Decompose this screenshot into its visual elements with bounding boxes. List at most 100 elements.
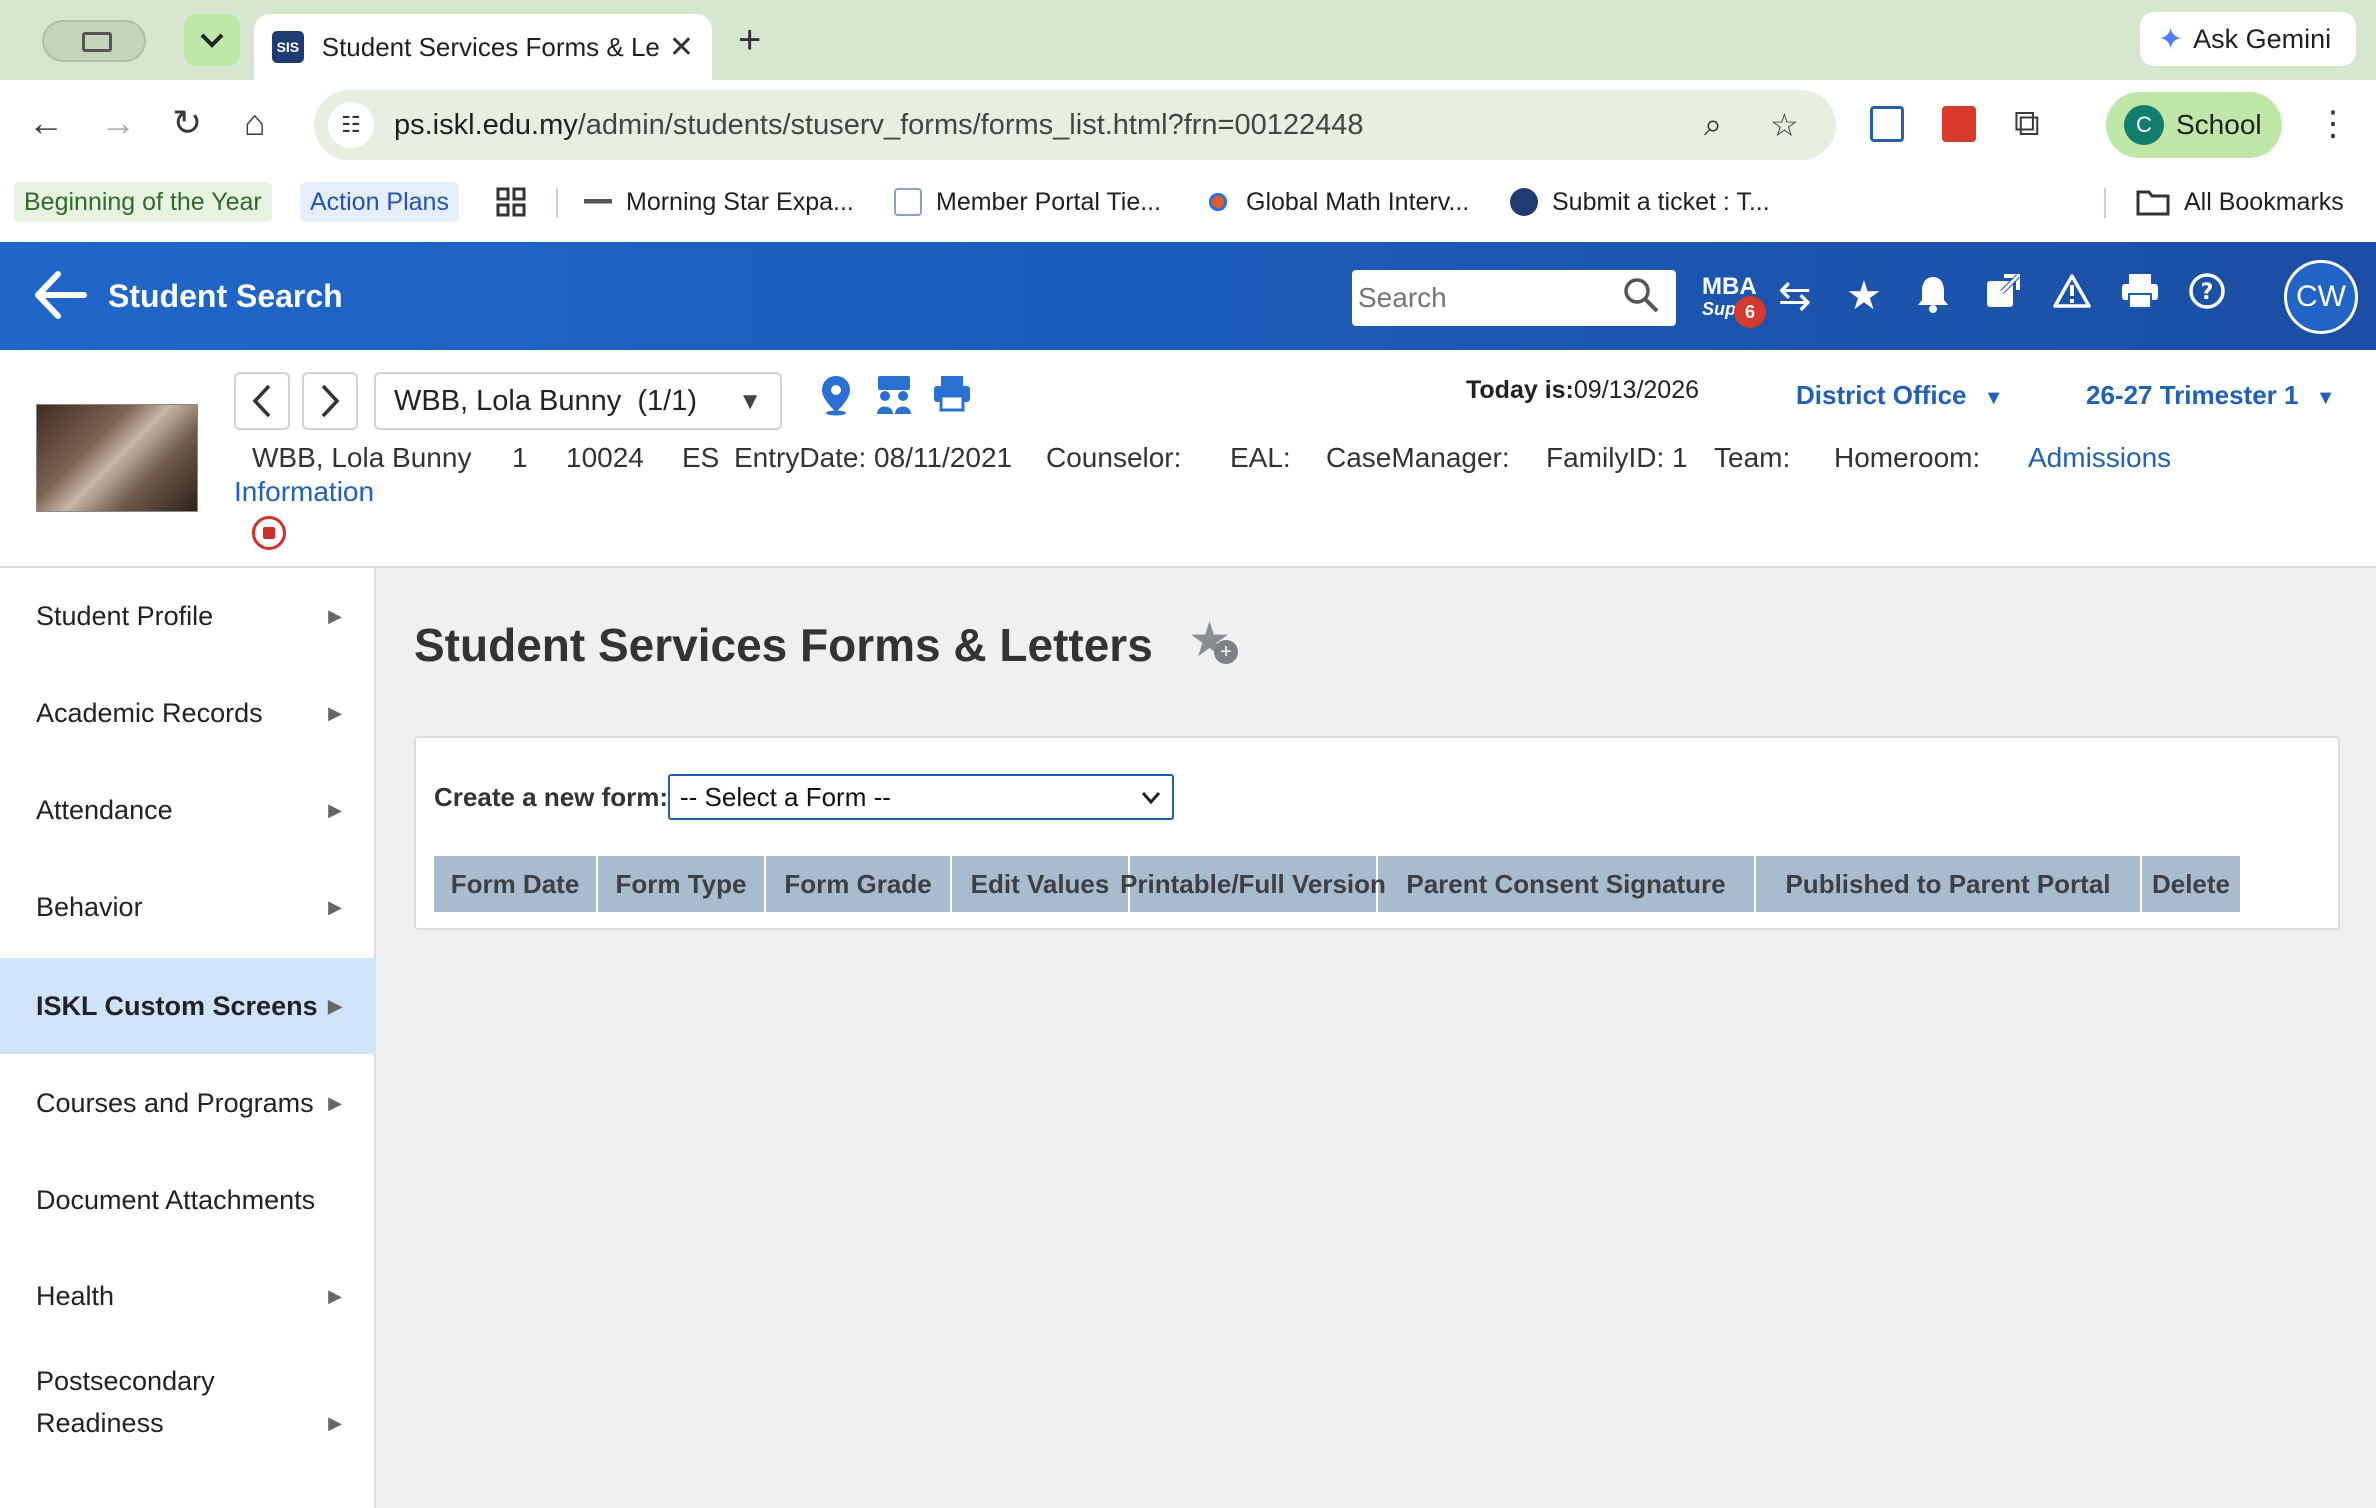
home-icon[interactable]: ⌂ xyxy=(244,102,266,144)
school-selector[interactable]: District Office ▼ xyxy=(1796,380,2004,411)
bookmark-separator xyxy=(2104,188,2106,218)
mba-support-button[interactable]: MBA Supp 6 xyxy=(1702,273,1766,328)
sidebar-item-postsecondary-readiness[interactable]: Postsecondary Readiness ▶ xyxy=(0,1348,376,1478)
column-header-edit-values[interactable]: Edit Values xyxy=(952,856,1130,912)
student-grade-info: 1 xyxy=(512,442,528,473)
warning-icon[interactable] xyxy=(2052,272,2092,320)
sidebar-item-student-profile[interactable]: Student Profile ▶ xyxy=(0,568,376,664)
column-header-delete[interactable]: Delete xyxy=(2142,856,2240,912)
next-student-button[interactable] xyxy=(302,372,358,430)
tab-search-button[interactable] xyxy=(184,14,240,66)
family-id-info: FamilyID: 1 xyxy=(1546,442,1688,473)
bookmark-item[interactable]: Action Plans xyxy=(300,182,459,222)
forward-arrow-icon[interactable]: → xyxy=(100,102,136,144)
add-favorite-button[interactable]: ★ + xyxy=(1188,612,1238,668)
case-manager-info: CaseManager: xyxy=(1326,442,1510,473)
sidebar-item-health[interactable]: Health ▶ xyxy=(0,1248,376,1344)
back-arrow-icon[interactable] xyxy=(32,270,88,328)
sidebar-item-behavior[interactable]: Behavior ▶ xyxy=(0,858,376,956)
triangle-right-icon: ▶ xyxy=(328,1092,342,1113)
column-header-form-grade[interactable]: Form Grade xyxy=(766,856,952,912)
column-header-published-to-parent-portal[interactable]: Published to Parent Portal xyxy=(1756,856,2142,912)
sidebar-item-academic-records[interactable]: Academic Records ▶ xyxy=(0,664,376,762)
column-header-form-type[interactable]: Form Type xyxy=(598,856,766,912)
student-school-info: ES xyxy=(682,442,720,473)
global-math-icon xyxy=(1204,188,1232,216)
ps-header: Student Search MBA Supp 6 ⇆ ★ ? CW xyxy=(0,242,2376,350)
admissions-link[interactable]: Admissions xyxy=(2028,442,2171,474)
bookmark-item[interactable]: Member Portal Tie... xyxy=(894,182,1161,222)
bookmark-item[interactable]: Beginning of the Year xyxy=(14,182,272,222)
bookmark-label: Global Math Interv... xyxy=(1246,187,1470,216)
student-bar: WBB, Lola Bunny (1/1) ▼ Today is:09/13/2… xyxy=(0,350,2376,568)
caret-down-icon: ▼ xyxy=(1983,387,2004,409)
extension-upload-icon[interactable] xyxy=(1870,106,1904,142)
ask-gemini-button[interactable]: ✦ Ask Gemini xyxy=(2140,12,2356,66)
printer-icon[interactable] xyxy=(2120,272,2160,321)
back-arrow-icon[interactable]: ← xyxy=(28,102,64,144)
sidebar-item-label-line2: Readiness xyxy=(36,1408,164,1438)
notification-count-badge: 6 xyxy=(1734,296,1766,328)
apps-grid-icon[interactable] xyxy=(496,182,526,222)
close-icon[interactable]: ✕ xyxy=(669,30,694,65)
term-selector[interactable]: 26-27 Trimester 1 ▼ xyxy=(2086,380,2336,411)
extensions-puzzle-icon[interactable]: ⧉ xyxy=(2014,102,2040,145)
column-header-parent-consent-signature[interactable]: Parent Consent Signature xyxy=(1378,856,1756,912)
browser-tab-active[interactable]: SIS Student Services Forms & Letters ✕ xyxy=(254,14,712,80)
today-label: Today is: xyxy=(1466,376,1574,404)
bookmark-label: Member Portal Tie... xyxy=(936,187,1162,216)
extension-todoist-icon[interactable] xyxy=(1942,106,1976,142)
alert-stop-icon[interactable] xyxy=(252,516,286,550)
sidebar-item-label: Health xyxy=(36,1280,115,1311)
search-icon[interactable] xyxy=(1622,276,1660,323)
profile-button[interactable]: C School xyxy=(2106,92,2282,158)
term-label: 26-27 Trimester 1 xyxy=(2086,380,2299,410)
sidebar-item-document-attachments[interactable]: Document Attachments xyxy=(0,1152,376,1248)
bell-icon[interactable] xyxy=(1916,274,1950,325)
zoom-icon[interactable]: ⌕ xyxy=(1704,106,1722,144)
site-info-icon[interactable]: ☷ xyxy=(328,102,374,148)
favorites-star-icon[interactable]: ★ xyxy=(1846,272,1882,320)
switch-arrows-icon[interactable]: ⇆ xyxy=(1778,272,1812,320)
map-pin-icon[interactable] xyxy=(818,374,854,426)
printer-icon[interactable] xyxy=(932,374,972,422)
form-type-select[interactable]: -- Select a Form -- xyxy=(668,774,1174,820)
page-header-title[interactable]: Student Search xyxy=(108,278,343,315)
column-header-form-date[interactable]: Form Date xyxy=(434,856,598,912)
more-menu-icon[interactable]: ⋮ xyxy=(2316,104,2350,144)
reload-icon[interactable]: ↻ xyxy=(172,102,202,144)
user-avatar[interactable]: CW xyxy=(2284,260,2358,334)
student-name-info: WBB, Lola Bunny xyxy=(252,442,472,473)
bookmark-item[interactable]: Submit a ticket : T... xyxy=(1510,182,1770,222)
address-bar[interactable]: ☷ ps.iskl.edu.my/admin/students/stuserv_… xyxy=(314,90,1836,160)
student-selector[interactable]: WBB, Lola Bunny (1/1) ▼ xyxy=(374,372,782,430)
new-tab-button[interactable]: + xyxy=(738,18,761,63)
monitor-icon xyxy=(82,32,112,52)
sidebar-item-label: Academic Records xyxy=(36,697,263,728)
bookmark-star-icon[interactable]: ☆ xyxy=(1770,106,1799,144)
bookmark-label: Morning Star Expa... xyxy=(626,187,854,216)
external-link-icon[interactable] xyxy=(1984,272,2022,321)
browser-toolbar: ← → ↻ ⌂ ☷ ps.iskl.edu.my/admin/students/… xyxy=(0,80,2376,172)
previous-student-button[interactable] xyxy=(234,372,290,430)
help-icon[interactable]: ? xyxy=(2188,272,2226,321)
all-bookmarks-label: All Bookmarks xyxy=(2184,187,2344,216)
sidebar-item-attendance[interactable]: Attendance ▶ xyxy=(0,762,376,858)
sidebar-item-label: ISKL Custom Screens xyxy=(36,990,318,1021)
bookmark-item[interactable]: Global Math Interv... xyxy=(1204,182,1469,222)
sidebar-item-iskl-custom-screens[interactable]: ISKL Custom Screens ▶ xyxy=(0,958,376,1054)
counselor-meeting-icon[interactable] xyxy=(874,374,914,426)
sidebar-item-courses-and-programs[interactable]: Courses and Programs ▶ xyxy=(0,1054,376,1152)
eal-info: EAL: xyxy=(1230,442,1291,473)
window-switch-button[interactable] xyxy=(42,20,146,62)
admissions-link-continued[interactable]: Information xyxy=(234,476,374,508)
bookmark-label: Submit a ticket : T... xyxy=(1552,187,1770,216)
bookmarks-bar: Beginning of the Year Action Plans Morni… xyxy=(0,172,2376,242)
column-header-printable-full-version[interactable]: Printable/Full Version xyxy=(1120,856,1386,912)
svg-text:?: ? xyxy=(2201,280,2214,305)
bookmark-item[interactable]: Morning Star Expa... xyxy=(584,182,854,222)
url-text[interactable]: ps.iskl.edu.my/admin/students/stuserv_fo… xyxy=(394,109,1364,142)
mba-label: MBA xyxy=(1702,273,1757,300)
browser-tabstrip: SIS Student Services Forms & Letters ✕ +… xyxy=(0,0,2376,80)
all-bookmarks-button[interactable]: All Bookmarks xyxy=(2136,182,2344,222)
